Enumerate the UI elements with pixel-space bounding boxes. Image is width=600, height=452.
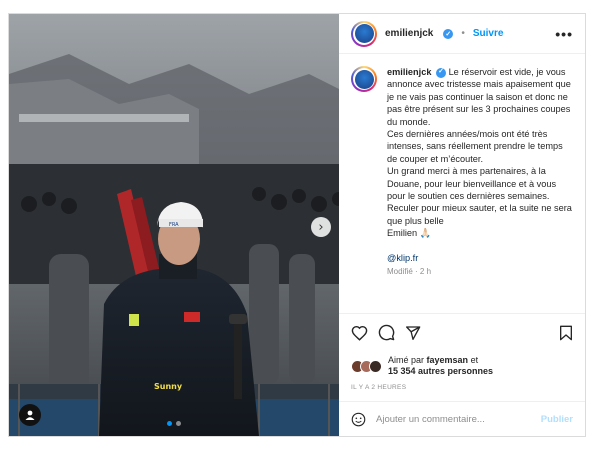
mention-link[interactable]: @klip.fr	[387, 252, 573, 264]
post-timestamp[interactable]: IL Y A 2 HEURES	[339, 381, 585, 402]
add-comment-bar: Ajouter un commentaire... Publier	[339, 402, 585, 436]
likes-conjunction: et	[470, 354, 479, 365]
instagram-post: FRA Sunny › emilienjck ✓ • Suivre ••• em…	[8, 13, 586, 437]
comment-bubble-icon[interactable]	[378, 324, 395, 341]
post-side-panel: emilienjck ✓ • Suivre ••• emilienjck ✓ L…	[339, 14, 585, 436]
share-paper-plane-icon[interactable]	[405, 325, 421, 341]
caption-line: Reculer pour mieux sauter, et la suite n…	[387, 203, 572, 226]
likes-prefix: Aimé par	[388, 354, 425, 365]
publish-button[interactable]: Publier	[541, 414, 573, 425]
athlete-photo: FRA Sunny	[9, 14, 339, 436]
caption-area: emilienjck ✓ Le réservoir est vide, je v…	[339, 54, 585, 313]
tagged-user-icon[interactable]	[19, 404, 41, 426]
caption-time: Modifié · 2 h	[387, 267, 432, 277]
liker-avatars	[351, 359, 382, 373]
carousel-indicator	[167, 421, 181, 426]
carousel-dot-active	[167, 421, 172, 426]
verified-badge-icon: ✓	[436, 67, 446, 78]
caption-username[interactable]: emilienjck	[387, 67, 431, 77]
next-photo-button[interactable]: ›	[311, 217, 331, 237]
likes-row: Aimé par fayemsan et 15 354 autres perso…	[339, 351, 585, 381]
svg-text:Sunny: Sunny	[154, 382, 183, 391]
author-username[interactable]: emilienjck	[385, 28, 433, 39]
caption-line: Ces dernières années/mois ont été très i…	[387, 129, 563, 164]
svg-text:FRA: FRA	[169, 222, 179, 228]
post-header: emilienjck ✓ • Suivre •••	[339, 14, 585, 54]
verified-badge-icon: ✓	[443, 28, 454, 39]
caption-line: Emilien 🙏🏻	[387, 228, 432, 239]
like-heart-icon[interactable]	[351, 325, 368, 341]
author-avatar[interactable]	[351, 20, 377, 47]
caption-author-avatar[interactable]	[351, 66, 377, 92]
caption-line: Un grand merci à mes partenaires, à la D…	[387, 166, 557, 202]
post-caption: emilienjck ✓ Le réservoir est vide, je v…	[387, 66, 573, 313]
liker-avatar[interactable]	[369, 359, 382, 373]
carousel-dot	[176, 421, 181, 426]
more-options-icon[interactable]: •••	[555, 26, 573, 42]
post-photo[interactable]: FRA Sunny ›	[9, 14, 339, 436]
emoji-smiley-icon[interactable]	[351, 412, 366, 427]
likes-summary: Aimé par fayemsan et 15 354 autres perso…	[388, 355, 493, 378]
save-bookmark-icon[interactable]	[559, 325, 573, 341]
action-bar	[339, 313, 585, 351]
first-liker-username[interactable]: fayemsan	[427, 355, 469, 365]
other-likers-link[interactable]: 15 354 autres personnes	[388, 366, 493, 376]
follow-button[interactable]: Suivre	[473, 28, 504, 39]
separator-bullet: •	[461, 28, 465, 39]
comment-input[interactable]: Ajouter un commentaire...	[376, 414, 531, 425]
